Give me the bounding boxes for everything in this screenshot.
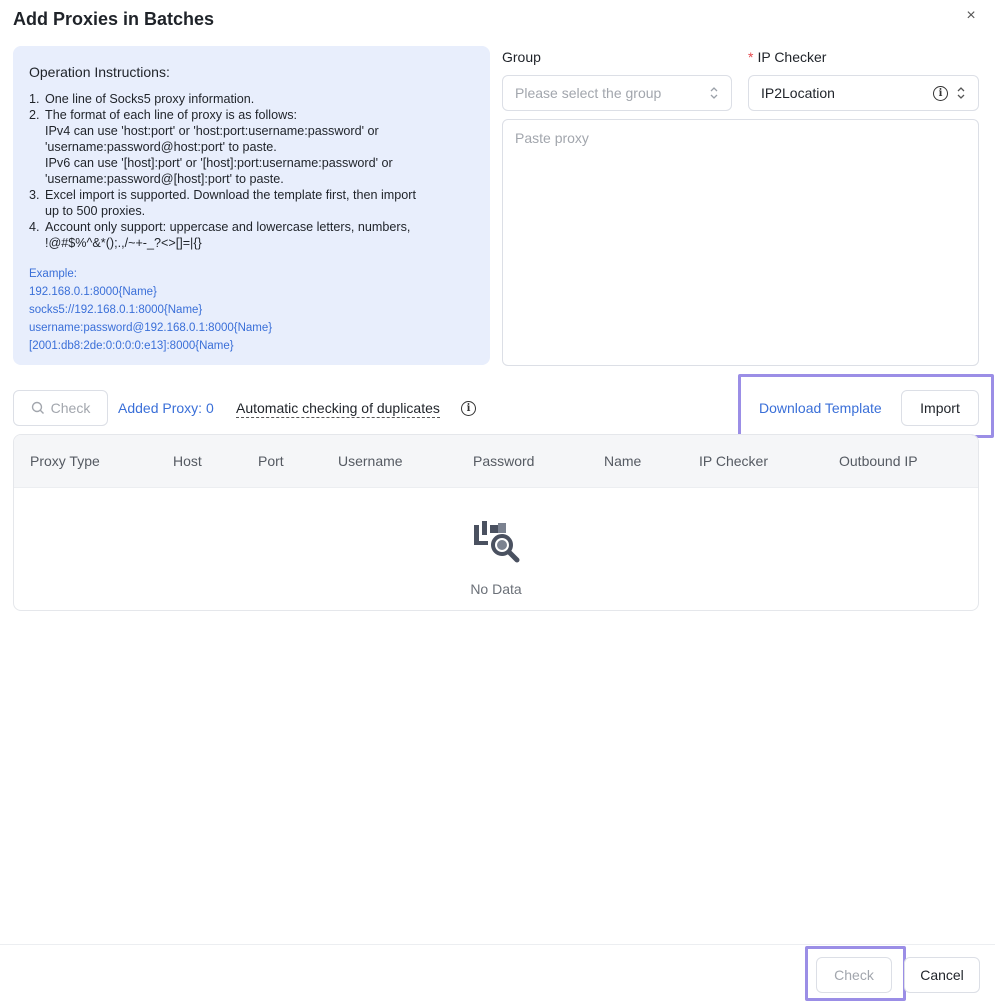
required-mark: * — [748, 49, 754, 65]
column-header: Username — [338, 453, 403, 469]
example-line: socks5://192.168.0.1:8000{Name} — [29, 304, 203, 316]
column-header: IP Checker — [699, 453, 768, 469]
column-header: Name — [604, 453, 642, 469]
instruction-item: 4. Account only support: uppercase and lo… — [29, 220, 411, 250]
ip-checker-value: IP2Location — [761, 85, 835, 101]
column-header: Password — [473, 453, 535, 469]
group-label: Group — [502, 49, 541, 65]
paste-proxy-textarea[interactable]: Paste proxy — [502, 119, 979, 366]
group-select-placeholder: Please select the group — [515, 85, 662, 101]
column-header: Outbound IP — [839, 453, 918, 469]
example-label: Example: — [29, 268, 77, 280]
dialog-title: Add Proxies in Batches — [13, 9, 215, 29]
footer-check-button[interactable]: Check — [816, 957, 892, 993]
instructions-panel: Operation Instructions: 1. One line of So… — [13, 46, 490, 365]
ip-checker-label: * IP Checker — [748, 49, 826, 65]
column-header: Host — [173, 453, 202, 469]
search-icon — [31, 401, 45, 415]
instruction-item: 3. Excel import is supported. Download th… — [29, 188, 416, 218]
column-header: Proxy Type — [30, 453, 100, 469]
instruction-item: 1. One line of Socks5 proxy information. — [29, 92, 255, 106]
example-line: username:password@192.168.0.1:8000{Name} — [29, 322, 273, 334]
proxy-table: Proxy Type Host Port Username Password N… — [13, 434, 979, 611]
updown-chevron-icon — [709, 86, 719, 100]
info-icon[interactable]: i — [933, 85, 948, 101]
empty-state-text: No Data — [470, 581, 522, 597]
info-icon[interactable]: i — [461, 401, 476, 416]
footer-divider — [0, 944, 995, 945]
instructions-list: 1. One line of Socks5 proxy information. … — [29, 91, 474, 251]
example-block: Example: 192.168.0.1:8000{Name} socks5:/… — [29, 265, 474, 355]
check-button-label: Check — [50, 400, 91, 416]
ip-checker-select[interactable]: IP2Location i — [748, 75, 979, 111]
close-icon[interactable]: × — [962, 8, 980, 26]
download-template-link[interactable]: Download Template — [759, 400, 882, 416]
import-button[interactable]: Import — [901, 390, 979, 426]
check-button[interactable]: Check — [13, 390, 108, 426]
example-line: [2001:db8:2de:0:0:0:0:e13]:8000{Name} — [29, 340, 234, 352]
cancel-button[interactable]: Cancel — [904, 957, 980, 993]
column-header: Port — [258, 453, 284, 469]
group-select[interactable]: Please select the group — [502, 75, 732, 111]
added-proxy-count[interactable]: Added Proxy: 0 — [118, 400, 214, 416]
updown-chevron-icon — [956, 86, 966, 100]
ip-checker-label-text: IP Checker — [757, 49, 827, 65]
duplicates-toggle[interactable]: Automatic checking of duplicates — [236, 400, 440, 418]
instructions-title: Operation Instructions: — [29, 64, 170, 80]
example-line: 192.168.0.1:8000{Name} — [29, 286, 157, 298]
table-header: Proxy Type Host Port Username Password N… — [14, 435, 978, 488]
empty-state-icon — [14, 519, 978, 570]
instruction-item: 2. The format of each line of proxy is as… — [29, 108, 393, 186]
